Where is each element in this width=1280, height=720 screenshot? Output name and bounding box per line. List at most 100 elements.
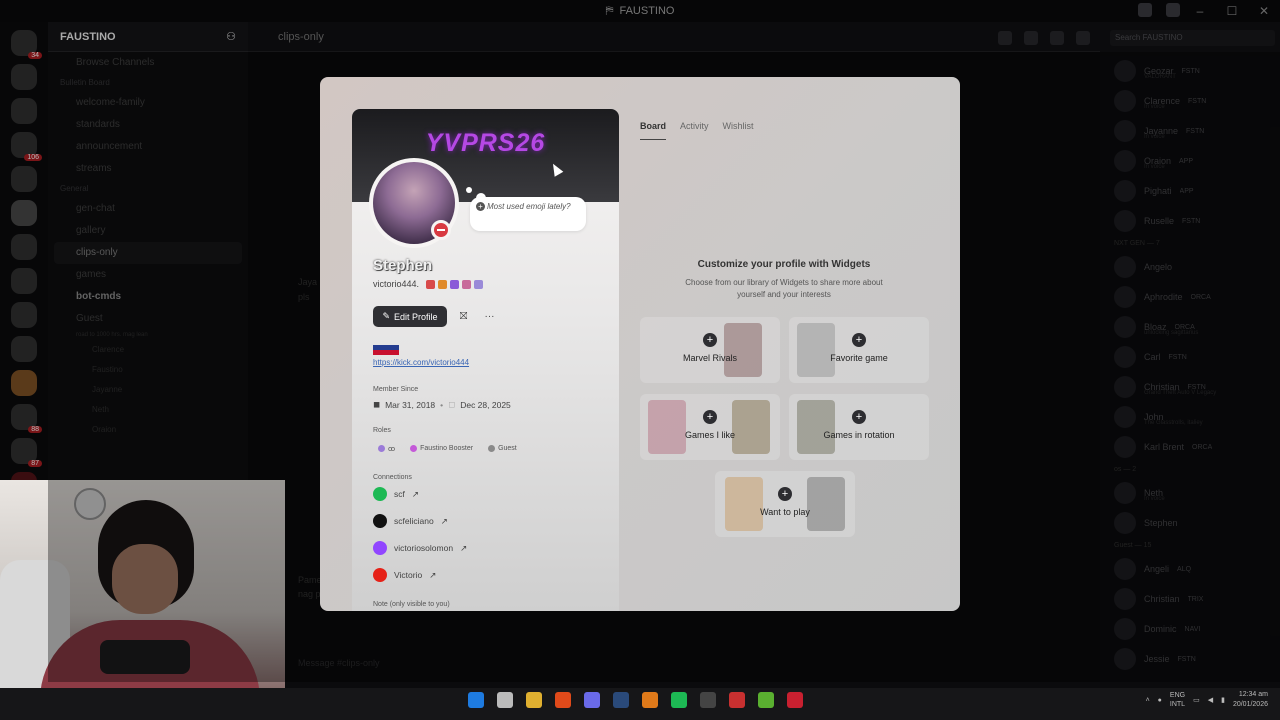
add-icon: + [703, 410, 717, 424]
profile-modal: YVPRS26 + Most used emoji lately? Stephen… [320, 77, 960, 611]
mute-icon[interactable] [1024, 31, 1038, 45]
unread-badge: 87 [28, 460, 42, 467]
maximize-button[interactable]: ☐ [1216, 4, 1248, 18]
edit-profile-button[interactable]: ✎ Edit Profile [373, 306, 447, 327]
volume-icon[interactable]: ◀ [1208, 696, 1213, 704]
lang-indicator[interactable]: ENG [1170, 692, 1185, 699]
minimize-button[interactable]: – [1184, 4, 1216, 18]
widget-games-i-like[interactable]: + Games I like [640, 394, 780, 460]
explorer-icon[interactable] [526, 692, 542, 708]
start-icon[interactable] [468, 692, 484, 708]
connection-item[interactable]: scf ↗ [373, 487, 419, 501]
tab-board[interactable]: Board [640, 121, 667, 140]
threads-icon[interactable] [998, 31, 1012, 45]
badge-icon[interactable] [450, 279, 460, 289]
pencil-icon: ✎ [382, 311, 390, 321]
guild-name: FAUSTINO [60, 30, 116, 43]
badge-icon[interactable] [462, 279, 472, 289]
gift-icon: ⛝ [459, 311, 468, 322]
connection-item[interactable]: victoriosolomon ↗ [373, 541, 467, 555]
badge-icon[interactable] [438, 279, 448, 289]
clock-time[interactable]: 12:34 am [1239, 691, 1268, 698]
server-icon[interactable] [11, 302, 37, 328]
badge-icon[interactable] [426, 279, 436, 289]
members-icon[interactable] [1076, 31, 1090, 45]
widget-games-in-rotation[interactable]: + Games in rotation [789, 394, 929, 460]
server-icon[interactable] [11, 234, 37, 260]
badge-icon[interactable] [474, 279, 484, 289]
dnd-status-icon [431, 220, 451, 240]
role-name: Guest [498, 445, 517, 452]
status-bubble[interactable]: + Most used emoji lately? [470, 197, 586, 231]
role-name: Faustino Booster [420, 445, 474, 452]
fl-studio-icon[interactable] [642, 692, 658, 708]
role-pill[interactable]: ꝏ [373, 442, 400, 455]
close-button[interactable]: ✕ [1248, 4, 1280, 18]
widget-marvel-rivals[interactable]: + Marvel Rivals [640, 317, 780, 383]
server-icon[interactable] [11, 200, 37, 226]
server-icon[interactable]: 34 [11, 30, 42, 59]
avatar[interactable] [369, 158, 459, 248]
tab-activity[interactable]: Activity [680, 121, 709, 140]
server-icon[interactable] [11, 268, 37, 294]
help-icon[interactable] [1166, 3, 1180, 17]
banner-text: YVPRS26 [425, 129, 546, 157]
connections-label: Connections [373, 474, 412, 481]
app2-icon[interactable] [787, 692, 803, 708]
server-icon[interactable] [11, 166, 37, 192]
server-icon[interactable] [11, 98, 37, 124]
connection-item[interactable]: scfeliciano ↗ [373, 514, 448, 528]
search-icon[interactable] [497, 692, 513, 708]
nvidia-icon[interactable] [758, 692, 774, 708]
connection-name: scf [394, 489, 405, 499]
discord-icon[interactable] [584, 692, 600, 708]
inbox-icon[interactable] [1138, 3, 1152, 17]
chevron-up-icon[interactable]: ˄ [1146, 697, 1150, 704]
server-icon[interactable] [11, 336, 37, 362]
external-link-icon: ↗ [460, 542, 468, 553]
app-icon[interactable] [729, 692, 745, 708]
gift-button[interactable]: ⛝ [453, 306, 474, 327]
brave-icon[interactable] [555, 692, 571, 708]
steam-icon[interactable] [613, 692, 629, 708]
role-pill[interactable]: Guest [483, 442, 522, 455]
roles-label: Roles [373, 427, 391, 434]
terminal-icon[interactable] [700, 692, 716, 708]
pin-icon[interactable] [1050, 31, 1064, 45]
widget-label: Want to play [760, 507, 810, 517]
widget-favorite-game[interactable]: + Favorite game [789, 317, 929, 383]
connection-name: Victorio [394, 570, 423, 580]
server-icon[interactable]: 88 [11, 404, 42, 433]
widget-want-to-play[interactable]: + Want to play [715, 471, 855, 537]
server-icon[interactable] [11, 370, 37, 396]
server-icon[interactable]: 87 [11, 438, 42, 467]
role-color-dot [488, 445, 496, 452]
server-icon[interactable]: 106 [11, 132, 42, 161]
role-pill[interactable]: Faustino Booster [405, 442, 478, 455]
network-icon[interactable]: ▭ [1193, 696, 1200, 704]
roles-list: ꝏ Faustino Booster Guest [373, 442, 522, 455]
bio-link[interactable]: https://kick.com/victorio444 [373, 358, 469, 367]
mic-icon[interactable]: ● [1158, 697, 1162, 704]
guild-header[interactable]: FAUSTINO ⚇ [48, 22, 248, 52]
more-icon: ··· [484, 311, 495, 322]
connection-item[interactable]: Victorio ↗ [373, 568, 436, 582]
add-member-icon[interactable]: ⚇ [226, 30, 236, 43]
server-icon[interactable] [11, 64, 37, 90]
plus-icon: + [476, 202, 485, 211]
layout-indicator[interactable]: INTL [1170, 701, 1185, 708]
more-button[interactable]: ··· [479, 306, 500, 327]
clock-date[interactable]: 20/01/2026 [1233, 701, 1268, 708]
tab-wishlist[interactable]: Wishlist [723, 121, 754, 140]
external-link-icon: ↗ [411, 488, 419, 499]
display-name: Stephen [373, 257, 433, 274]
edit-profile-label: Edit Profile [394, 311, 438, 322]
battery-icon[interactable]: ▮ [1221, 696, 1225, 704]
flag-icon [373, 345, 399, 355]
discord-icon: ◼ [373, 399, 381, 409]
spotify-icon[interactable] [671, 692, 687, 708]
search-input[interactable]: Search FAUSTINO [1110, 30, 1275, 46]
add-icon: + [852, 333, 866, 347]
widget-label: Marvel Rivals [682, 353, 737, 363]
member-since-server: Dec 28, 2025 [460, 399, 511, 410]
